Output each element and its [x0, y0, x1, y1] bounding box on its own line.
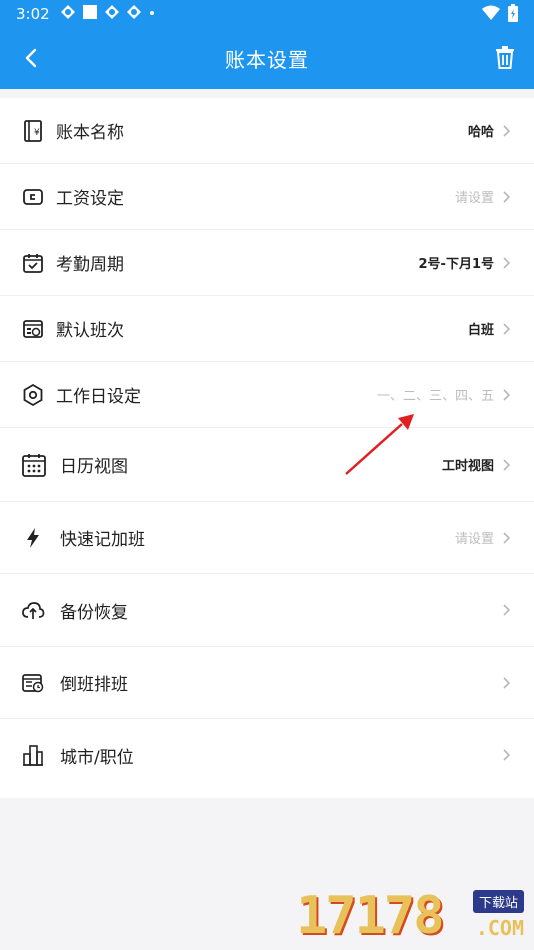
calendar-grid-icon: [22, 453, 46, 477]
notification-app-icon: [105, 5, 119, 19]
schedule-icon: [22, 673, 44, 692]
settings-row-shift-rotation[interactable]: 倒班排班: [0, 647, 534, 719]
watermark-suffix: .COM: [475, 916, 524, 940]
chevron-right-icon: [503, 256, 511, 269]
settings-row-city-position[interactable]: 城市/职位: [0, 719, 534, 791]
row-value: 一、二、三、四、五: [376, 389, 494, 404]
row-label: 考勤周期: [56, 255, 124, 275]
shift-icon: [23, 319, 43, 338]
row-value: 哈哈: [467, 125, 494, 140]
row-label: 工资设定: [56, 189, 124, 209]
status-time: 3:02: [16, 5, 50, 23]
chevron-right-icon: [503, 322, 511, 335]
row-value: 白班: [467, 323, 494, 338]
status-bar: 3:02: [0, 0, 534, 28]
settings-list: ¥ 账本名称 哈哈 工资设定 请设置 考勤周期 2号-下月1号 默认班次 白班 …: [0, 98, 534, 798]
page-title: 账本设置: [225, 48, 309, 72]
row-value: 请设置: [454, 532, 494, 547]
row-label: 城市/职位: [60, 747, 134, 768]
nav-bar: 账本设置: [0, 28, 534, 88]
row-label: 默认班次: [56, 321, 124, 341]
chevron-right-icon: [503, 749, 511, 761]
settings-row-ledger-name[interactable]: ¥ 账本名称 哈哈: [0, 98, 534, 164]
row-label: 快速记加班: [60, 530, 145, 550]
city-icon: [23, 745, 43, 766]
watermark-tag: 下载站: [472, 890, 524, 913]
row-label: 账本名称: [56, 123, 124, 143]
chevron-right-icon: [503, 676, 511, 689]
notification-app-icon: [127, 5, 141, 19]
notification-app-icon: [61, 5, 75, 19]
settings-row-default-shift[interactable]: 默认班次 白班: [0, 296, 534, 362]
calendar-check-icon: [23, 253, 43, 273]
hexagon-gear-icon: [23, 383, 43, 406]
notification-dot-icon: [150, 11, 154, 15]
notification-square-icon: [83, 5, 97, 19]
chevron-right-icon: [503, 458, 511, 471]
wallet-icon: [23, 188, 43, 205]
row-label: 备份恢复: [60, 602, 128, 623]
watermark-number: 17178: [296, 886, 445, 946]
row-value: 请设置: [454, 191, 494, 206]
row-value: 工时视图: [441, 459, 494, 474]
lightning-icon: [27, 527, 39, 548]
notification-icons: [60, 4, 156, 20]
battery-icon: [508, 4, 518, 22]
chevron-right-icon: [503, 124, 511, 137]
status-right-icons: [482, 4, 518, 22]
settings-row-backup-restore[interactable]: 备份恢复: [0, 574, 534, 647]
row-label: 倒班排班: [60, 675, 128, 695]
settings-row-attendance-cycle[interactable]: 考勤周期 2号-下月1号: [0, 230, 534, 296]
settings-row-salary[interactable]: 工资设定 请设置: [0, 164, 534, 230]
top-bar: 3:02 账本设置: [0, 0, 534, 89]
app-root: 3:02 账本设置 ¥ 账本名称 哈哈 工资设定 请设置 考勤周期 2号-下月1…: [0, 0, 534, 950]
settings-row-quick-overtime[interactable]: 快速记加班 请设置: [0, 502, 534, 574]
row-value: 2号-下月1号: [418, 257, 495, 272]
notebook-icon: ¥: [24, 119, 42, 142]
row-label: 工作日设定: [56, 387, 141, 407]
chevron-right-icon: [503, 190, 511, 203]
settings-row-workdays[interactable]: 工作日设定 一、二、三、四、五: [0, 362, 534, 428]
row-label: 日历视图: [60, 457, 128, 477]
wifi-icon: [482, 5, 500, 20]
watermark-logo: 17178 下载站 .COM: [296, 886, 526, 946]
cloud-upload-icon: [22, 602, 45, 619]
chevron-right-icon: [503, 604, 511, 616]
trash-icon[interactable]: [492, 44, 518, 70]
settings-row-calendar-view[interactable]: 日历视图 工时视图: [0, 428, 534, 502]
chevron-right-icon: [503, 531, 511, 544]
svg-text:¥: ¥: [34, 128, 40, 138]
chevron-right-icon: [503, 388, 511, 401]
